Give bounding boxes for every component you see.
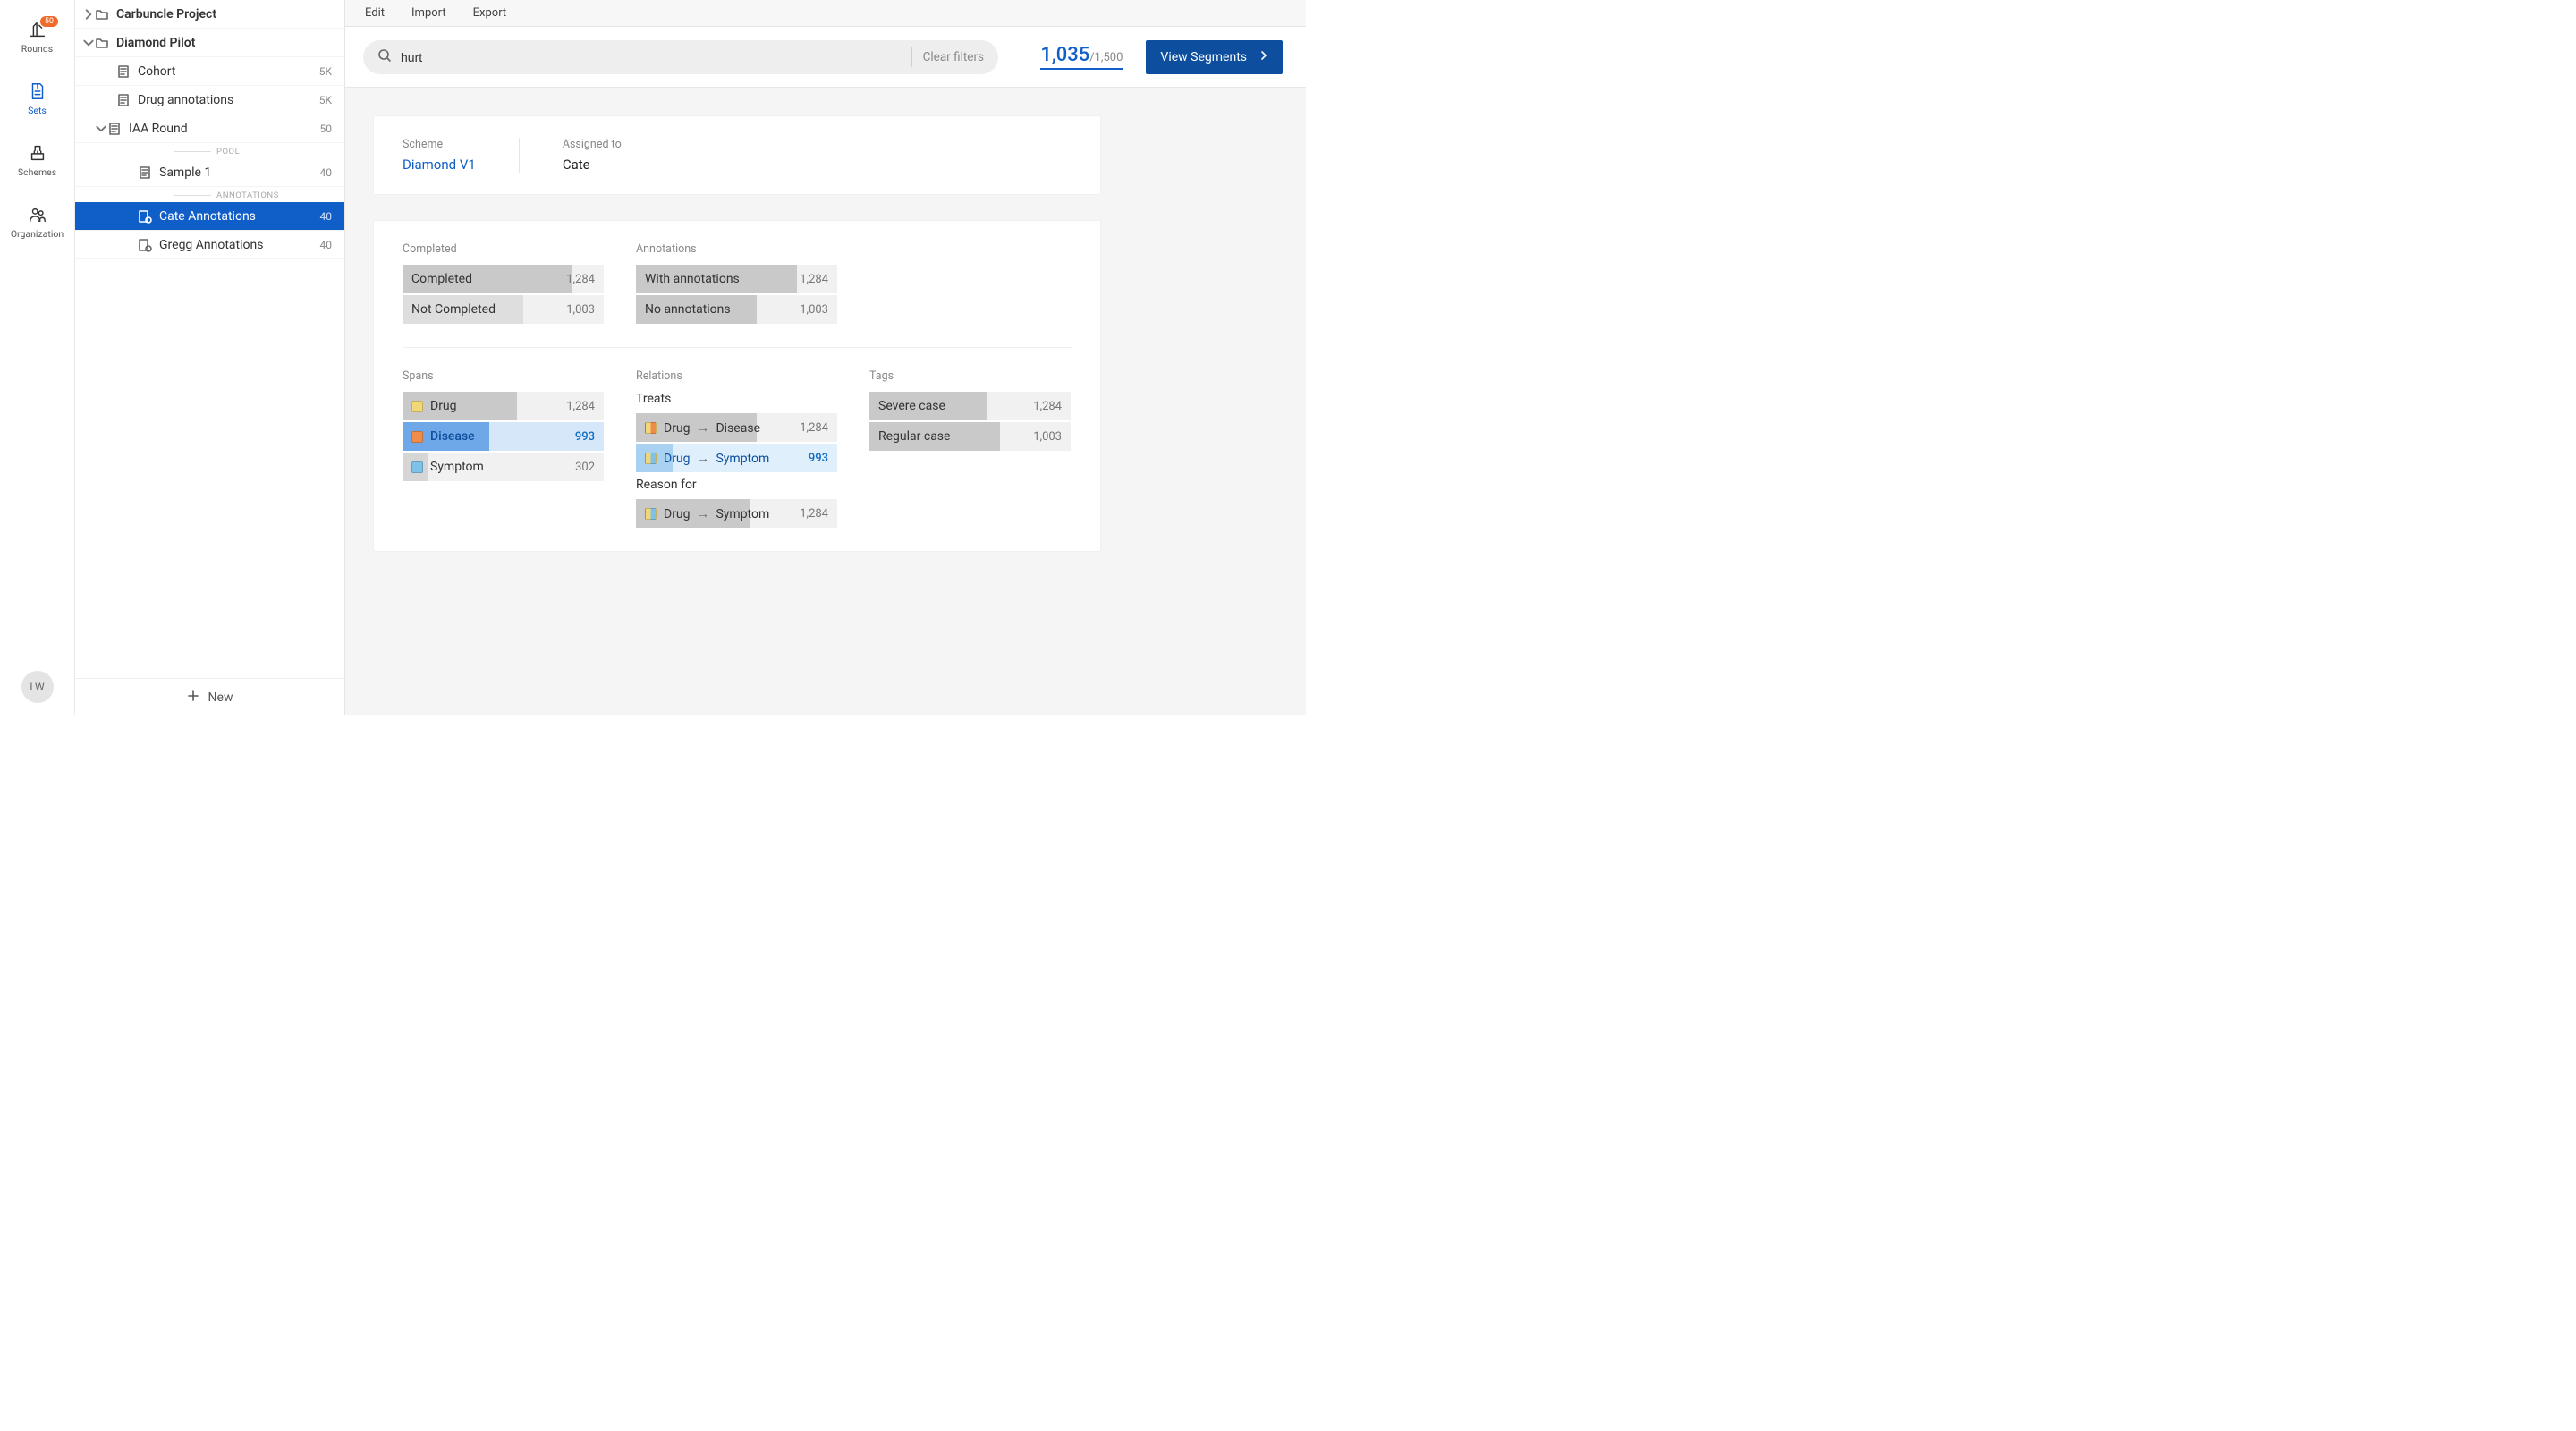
chevron-right-icon	[82, 8, 95, 21]
project-carbuncle[interactable]: Carbuncle Project	[75, 0, 344, 29]
scheme-label: Scheme	[402, 138, 476, 151]
chevron-down-icon	[82, 37, 95, 49]
assigned-value: Cate	[563, 157, 622, 173]
annotation-user-icon	[138, 209, 152, 224]
rounds-badge: 50	[40, 16, 58, 27]
filter-no-annotations[interactable]: No annotations 1,003	[636, 295, 837, 324]
tree-iaa-round[interactable]: IAA Round 50	[75, 114, 344, 143]
tree-divider-annotations: ANNOTATIONS	[75, 187, 344, 202]
swatch-drug-symptom-icon	[645, 508, 657, 520]
search-row: Clear filters 1,035/1,500 View Segments	[345, 27, 1306, 88]
avatar[interactable]: LW	[21, 671, 54, 703]
filter-relation-drug-symptom-treats[interactable]: Drug → Symptom 993	[636, 444, 837, 472]
tree-cate-annotations[interactable]: Cate Annotations 40	[75, 202, 344, 231]
schemes-icon	[28, 143, 47, 163]
arrow-right-icon: →	[697, 506, 709, 521]
nav-sets-label: Sets	[28, 105, 47, 116]
filter-not-completed[interactable]: Not Completed 1,003	[402, 295, 604, 324]
search-box: Clear filters	[363, 40, 998, 74]
swatch-drug-disease-icon	[645, 422, 657, 434]
project-tree: Carbuncle Project Diamond Pilot Cohort 5…	[75, 0, 344, 678]
swatch-drug-symptom-icon	[645, 453, 657, 464]
top-menu: Edit Import Export	[345, 0, 1306, 27]
nav-schemes-label: Schemes	[18, 166, 56, 178]
clear-filters[interactable]: Clear filters	[923, 50, 984, 64]
tree-gregg-annotations[interactable]: Gregg Annotations 40	[75, 231, 344, 259]
meta-card: Scheme Diamond V1 Assigned to Cate	[374, 116, 1100, 194]
nav-rounds-label: Rounds	[21, 43, 53, 55]
menu-export[interactable]: Export	[473, 6, 507, 20]
project-diamond[interactable]: Diamond Pilot	[75, 29, 344, 57]
nav-schemes[interactable]: Schemes	[0, 143, 74, 178]
document-icon	[138, 165, 152, 180]
filter-relation-drug-disease[interactable]: Drug → Disease 1,284	[636, 413, 837, 442]
folder-icon	[95, 7, 109, 21]
chevron-right-icon	[1259, 50, 1268, 64]
count-total: /1,500	[1089, 51, 1123, 64]
filter-span-disease[interactable]: Disease 993	[402, 422, 604, 451]
nav-organization[interactable]: Organization	[0, 205, 74, 240]
plus-icon	[187, 690, 199, 706]
filter-tag-severe[interactable]: Severe case 1,284	[869, 392, 1071, 420]
view-segments-button[interactable]: View Segments	[1146, 40, 1283, 74]
folder-icon	[95, 36, 109, 50]
document-icon	[107, 122, 122, 136]
scheme-value[interactable]: Diamond V1	[402, 157, 476, 173]
count-main: 1,035	[1040, 44, 1089, 66]
arrow-right-icon: →	[697, 420, 709, 436]
tags-block: Tags Severe case 1,284 Regular case 1,00…	[869, 369, 1071, 529]
tree-divider-pool: POOL	[75, 143, 344, 158]
filter-with-annotations[interactable]: With annotations 1,284	[636, 265, 837, 293]
annotation-user-icon	[138, 238, 152, 252]
menu-edit[interactable]: Edit	[365, 6, 385, 20]
new-button[interactable]: New	[75, 678, 344, 716]
filter-completed[interactable]: Completed 1,284	[402, 265, 604, 293]
annotations-header: Annotations	[636, 242, 837, 256]
tree-cohort[interactable]: Cohort 5K	[75, 57, 344, 86]
result-count: 1,035/1,500	[1040, 44, 1123, 70]
relations-block: Relations Treats Drug → Disease 1,284	[636, 369, 837, 529]
arrow-right-icon: →	[697, 451, 709, 466]
swatch-disease-icon	[411, 431, 423, 443]
swatch-symptom-icon	[411, 461, 423, 473]
nav-sets[interactable]: Sets	[0, 81, 74, 116]
nav-organization-label: Organization	[11, 228, 64, 240]
sets-icon	[28, 81, 47, 101]
tree-sample1[interactable]: Sample 1 40	[75, 158, 344, 187]
organization-icon	[28, 205, 47, 224]
completed-header: Completed	[402, 242, 604, 256]
search-input[interactable]	[401, 50, 901, 64]
divider	[911, 47, 912, 67]
content: Scheme Diamond V1 Assigned to Cate Compl…	[345, 88, 1306, 606]
document-icon	[116, 64, 131, 79]
menu-import[interactable]: Import	[411, 6, 446, 20]
tree-drug-annotations[interactable]: Drug annotations 5K	[75, 86, 344, 114]
new-button-label: New	[208, 690, 233, 705]
spans-header: Spans	[402, 369, 604, 383]
tags-header: Tags	[869, 369, 1071, 383]
filter-span-symptom[interactable]: Symptom 302	[402, 453, 604, 481]
nav-rounds[interactable]: 50 Rounds	[0, 20, 74, 55]
completed-block: Completed Completed 1,284 Not Completed …	[402, 242, 604, 326]
filter-relation-drug-symptom-reason[interactable]: Drug → Symptom 1,284	[636, 499, 837, 528]
relations-header: Relations	[636, 369, 837, 383]
swatch-drug-icon	[411, 401, 423, 412]
annotations-block: Annotations With annotations 1,284 No an…	[636, 242, 837, 326]
main-area: Edit Import Export Clear filters 1,035/1…	[345, 0, 1306, 716]
search-icon	[377, 48, 392, 66]
assigned-label: Assigned to	[563, 138, 622, 151]
sidebar: Carbuncle Project Diamond Pilot Cohort 5…	[75, 0, 345, 716]
relations-reason-subheader: Reason for	[636, 478, 837, 492]
view-segments-label: View Segments	[1160, 50, 1247, 64]
document-icon	[116, 93, 131, 107]
filter-span-drug[interactable]: Drug 1,284	[402, 392, 604, 420]
nav-rail: 50 Rounds Sets Schemes Organization LW	[0, 0, 75, 716]
chevron-down-icon	[95, 123, 107, 135]
stats-card: Completed Completed 1,284 Not Completed …	[374, 221, 1100, 551]
spans-block: Spans Drug 1,284 Disease	[402, 369, 604, 529]
filter-tag-regular[interactable]: Regular case 1,003	[869, 422, 1071, 451]
relations-treats-subheader: Treats	[636, 392, 837, 406]
